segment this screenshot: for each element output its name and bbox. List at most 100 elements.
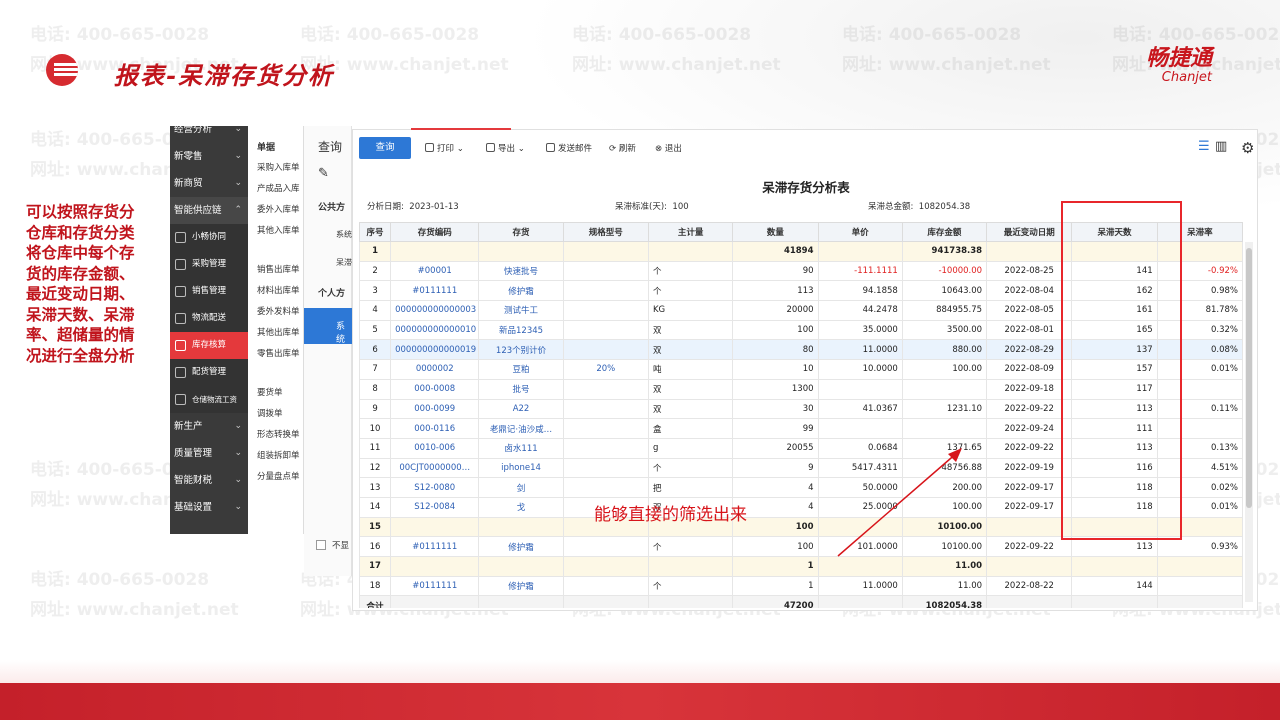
table-cell: 双 — [647, 319, 734, 341]
table-cell: 113 — [732, 280, 819, 302]
submenu-item[interactable]: 其他入库单 — [257, 224, 300, 236]
total-row[interactable]: 合计 47200 1082054.38 — [359, 595, 1243, 608]
scheme-item[interactable]: 呆滞 — [336, 257, 352, 268]
column-header[interactable]: 序号 — [359, 222, 392, 242]
exit-button[interactable]: ⊗ 退出 — [655, 142, 682, 154]
export-icon — [486, 143, 495, 152]
submenu-item[interactable]: 材料出库单 — [257, 284, 300, 296]
table-cell: -10000.00 — [901, 260, 988, 282]
table-cell: 1231.10 — [901, 398, 988, 420]
menu-item-inventory[interactable]: 库存核算 — [170, 332, 248, 359]
table-cell: 47200 — [732, 595, 819, 608]
scrollbar-thumb[interactable] — [1246, 248, 1252, 508]
menu-item-quality[interactable]: 质量管理 ⌄ — [170, 440, 248, 467]
table-cell: 884955.75 — [901, 300, 988, 321]
scheme-item-selected[interactable]: 系统 — [304, 308, 352, 345]
table-cell: 35.0000 — [817, 319, 903, 341]
query-button[interactable]: 查询 — [359, 137, 411, 159]
column-header[interactable]: 库存金额 — [901, 222, 988, 242]
table-cell — [562, 477, 649, 498]
submenu-item[interactable]: 销售出库单 — [257, 263, 300, 275]
menu-item-production[interactable]: 新生产 ⌄ — [170, 413, 248, 440]
gear-icon[interactable]: ⚙ — [1241, 139, 1254, 157]
column-header[interactable]: 数量 — [732, 222, 819, 242]
menu-item-label: 仓储物流工资 — [192, 395, 237, 404]
menu-item-collab[interactable]: 小畅协同 — [170, 224, 248, 251]
table-cell: 2022-09-17 — [986, 496, 1073, 518]
send-email-button[interactable]: 发送邮件 — [546, 142, 592, 154]
table-cell: 12 — [359, 457, 392, 479]
submenu-item[interactable]: 分量盘点单 — [257, 470, 300, 482]
menu-item-settings[interactable]: 基础设置 ⌄ — [170, 494, 248, 521]
table-row[interactable]: 18 #0111111 修护霜 个 1 11.0000 11.00 2022-08-22 144 — [359, 575, 1243, 597]
menu-item-logistics[interactable]: 物流配送 — [170, 305, 248, 332]
refresh-button[interactable]: ⟳ 刷新 — [609, 142, 636, 154]
table-cell: 941738.38 — [901, 241, 988, 262]
edit-icon[interactable]: ✎ — [318, 166, 329, 181]
submenu-item[interactable]: 形态转换单 — [257, 428, 300, 440]
slide-title: 报表-呆滞存货分析 — [114, 61, 334, 90]
column-header[interactable]: 单价 — [817, 222, 903, 242]
table-cell — [562, 319, 649, 341]
table-cell: 把 — [647, 477, 734, 498]
submenu-item[interactable]: 组装拆卸单 — [257, 449, 300, 461]
submenu-item[interactable]: 调拨单 — [257, 407, 283, 419]
table-cell — [562, 241, 649, 262]
submenu-item[interactable]: 产成品入库 — [257, 182, 300, 194]
menu-item-purchase[interactable]: 采购管理 — [170, 251, 248, 278]
scheme-item[interactable]: 系统 — [336, 229, 352, 240]
column-header[interactable]: 存货编码 — [390, 222, 480, 242]
export-label: 导出 — [498, 144, 516, 154]
menu-item-analysis[interactable]: 经营分析 ⌄ — [170, 126, 248, 143]
submenu-item[interactable]: 采购入库单 — [257, 161, 300, 173]
menu-item-supply-chain[interactable]: 智能供应链 ⌃ — [170, 197, 248, 224]
table-cell: 00CJT0000000… — [390, 457, 480, 479]
print-button[interactable]: 打印 ⌄ — [425, 142, 464, 154]
vertical-scrollbar[interactable] — [1245, 242, 1253, 602]
subtotal-row[interactable]: 17 1 11.00 — [359, 556, 1243, 577]
table-cell — [901, 378, 988, 400]
export-button[interactable]: 导出 ⌄ — [486, 142, 525, 154]
column-header[interactable]: 规格型号 — [562, 222, 649, 242]
submenu-item[interactable]: 委外入库单 — [257, 203, 300, 215]
menu-item-tax[interactable]: 智能财税 ⌄ — [170, 467, 248, 494]
table-cell: 1300 — [732, 378, 819, 400]
submenu-item[interactable]: 其他出库单 — [257, 326, 300, 338]
table-cell: 剑 — [478, 477, 564, 498]
table-cell: 修护霜 — [478, 536, 564, 557]
list-view-icon[interactable]: ☰ — [1198, 139, 1210, 154]
menu-item-label: 质量管理 — [174, 448, 213, 459]
table-cell: 卤水111 — [478, 437, 564, 459]
table-cell — [817, 418, 903, 439]
menu-item-sales[interactable]: 销售管理 — [170, 278, 248, 305]
hide-checkbox[interactable] — [316, 540, 326, 550]
scheme-item-label: 系统 — [336, 322, 346, 345]
menu-item-wage[interactable]: 仓储物流工资 — [170, 386, 248, 413]
table-cell: 41.0367 — [817, 398, 903, 420]
table-cell: 双 — [647, 339, 734, 361]
menu-item-label: 物流配送 — [192, 313, 227, 323]
table-cell — [647, 241, 734, 262]
table-cell — [901, 418, 988, 439]
chevron-up-icon: ⌃ — [234, 205, 242, 215]
submenu-item[interactable]: 零售出库单 — [257, 347, 300, 359]
table-cell: g — [647, 437, 734, 459]
table-cell — [562, 378, 649, 400]
submenu-item[interactable]: 要货单 — [257, 386, 283, 398]
table-cell: 合计 — [359, 595, 392, 608]
submenu-item[interactable]: 委外发料单 — [257, 305, 300, 317]
menu-item-new-trade[interactable]: 新商贸 ⌄ — [170, 170, 248, 197]
highlight-box — [1061, 201, 1182, 540]
table-cell: 000000000000019 — [390, 339, 480, 361]
document-submenu: 单据 采购入库单 产成品入库 委外入库单 其他入库单 销售出库单 材料出库单 委… — [248, 126, 304, 534]
column-header[interactable]: 存货 — [478, 222, 564, 242]
column-header[interactable]: 最近变动日期 — [986, 222, 1073, 242]
menu-item-allocation[interactable]: 配货管理 — [170, 359, 248, 386]
stale-standard-label: 呆滞标准(天): — [615, 202, 667, 212]
table-cell: 0000002 — [390, 359, 480, 380]
chart-view-icon[interactable]: ▥ — [1215, 139, 1227, 154]
menu-item-new-retail[interactable]: 新零售 ⌄ — [170, 143, 248, 170]
table-cell: 2022-09-18 — [986, 378, 1073, 400]
column-header[interactable]: 主计量 — [647, 222, 734, 242]
table-cell — [1156, 575, 1243, 597]
